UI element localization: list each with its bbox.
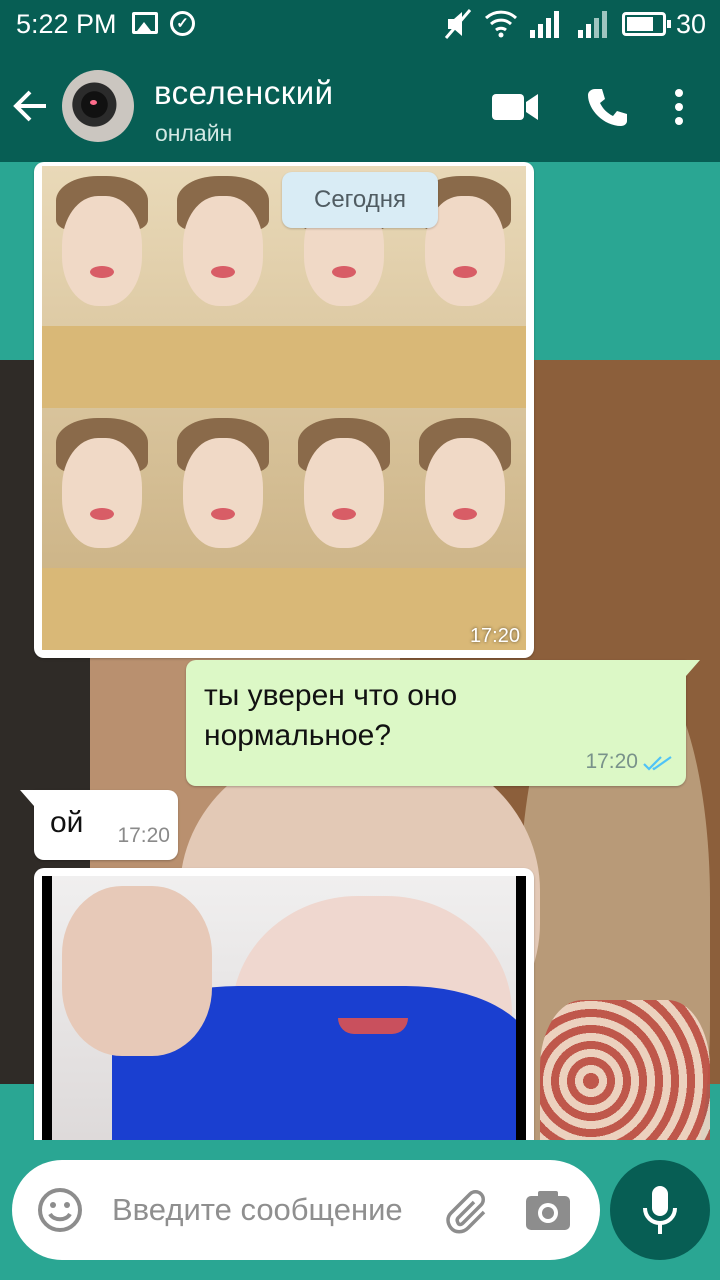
message-time: 17:20 <box>469 625 520 647</box>
more-options-icon[interactable] <box>664 86 694 128</box>
read-ticks-icon <box>643 756 672 771</box>
image-collage <box>42 166 526 650</box>
battery-icon <box>622 12 671 36</box>
image-photo <box>42 876 526 1140</box>
camera-icon[interactable] <box>524 1188 572 1232</box>
back-arrow-icon[interactable] <box>10 86 50 126</box>
status-bar: 5:22 PM ✓ 30 <box>0 0 720 50</box>
message-text: ты уверен что оно нормальное? <box>204 679 458 752</box>
contact-name[interactable]: вселенский <box>154 74 334 112</box>
message-time: 17:20 <box>585 750 638 773</box>
message-composer <box>12 1160 600 1260</box>
image-message-incoming[interactable]: 17:20 <box>34 162 534 658</box>
mute-icon <box>444 9 472 39</box>
microphone-icon <box>643 1186 677 1234</box>
voice-record-button[interactable] <box>610 1160 710 1260</box>
message-time: 17:20 <box>117 824 170 847</box>
emoji-icon[interactable] <box>36 1186 84 1234</box>
date-divider: Сегодня <box>282 172 438 228</box>
video-call-icon[interactable] <box>490 90 540 124</box>
battery-level: 30 <box>676 9 707 39</box>
phone-icon[interactable] <box>586 86 628 128</box>
message-outgoing[interactable]: ты уверен что оно нормальное? 17:20 <box>186 660 700 786</box>
status-time: 5:22 PM <box>16 9 117 39</box>
gallery-notification-icon <box>132 12 158 34</box>
contact-status: онлайн <box>155 120 233 146</box>
message-text: ой <box>50 806 84 839</box>
message-incoming[interactable]: ой 17:20 <box>20 790 178 860</box>
chat-area[interactable]: 17:20 Сегодня ты уверен что оно нормальн… <box>0 162 720 1140</box>
contact-avatar[interactable] <box>62 70 134 142</box>
wifi-icon <box>484 10 518 38</box>
signal-icon <box>530 11 559 38</box>
signal-secondary-icon <box>578 11 607 38</box>
image-message-incoming[interactable] <box>34 868 534 1140</box>
chat-header: вселенский онлайн <box>0 50 720 162</box>
check-circle-notification-icon: ✓ <box>170 11 195 36</box>
paperclip-icon[interactable] <box>444 1186 496 1234</box>
message-input[interactable] <box>112 1186 452 1234</box>
